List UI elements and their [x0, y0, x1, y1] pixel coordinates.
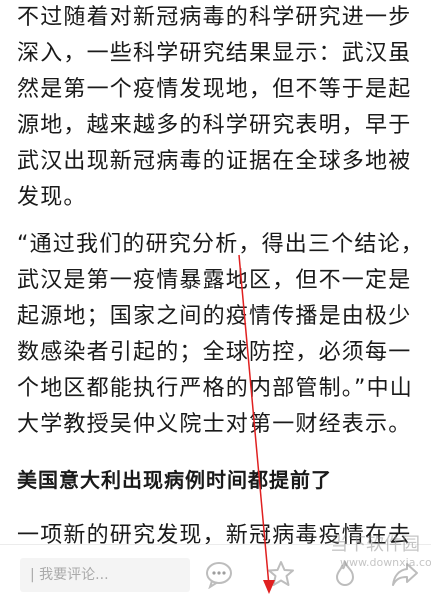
paragraph-line: 个地区都能执行严格的内部管制。”中山	[17, 376, 413, 401]
section-heading: 美国意大利出现病例时间都提前了	[17, 468, 332, 492]
share-icon[interactable]	[390, 559, 420, 589]
article-paragraph-1: 不过随着对新冠病毒的科学研究进一步 深入，一些科学研究结果显示：武汉虽 然是第一…	[0, 0, 411, 216]
fire-icon[interactable]	[330, 559, 360, 589]
star-icon[interactable]	[266, 559, 296, 589]
paragraph-line: 然是第一个疫情发现地，但不等于是起	[17, 77, 412, 102]
paragraph-line: 武汉是第一疫情暴露地区，但不一定是	[17, 268, 412, 293]
paragraph-line: “通过我们的研究分析，得出三个结论，	[17, 232, 424, 257]
paragraph-line: 发现。	[17, 185, 87, 210]
paragraph-line: 大学教授吴仲义院士对第一财经表示。	[17, 412, 412, 437]
paragraph-line: 数感染者引起的；全球防控，必须每一	[17, 340, 412, 365]
article-paragraph-2: “通过我们的研究分析，得出三个结论， 武汉是第一疫情暴露地区，但不一定是 起源地…	[0, 227, 424, 443]
bottom-action-bar: | 我要评论...	[0, 544, 431, 601]
article-body: 不过随着对新冠病毒的科学研究进一步 深入，一些科学研究结果显示：武汉虽 然是第一…	[0, 0, 431, 560]
comment-input[interactable]: | 我要评论...	[20, 558, 190, 592]
paragraph-line: 不过随着对新冠病毒的科学研究进一步	[17, 5, 412, 30]
paragraph-line: 武汉出现新冠病毒的证据在全球多地被	[17, 149, 412, 174]
paragraph-line: 源地，越来越多的科学研究表明，早于	[17, 113, 412, 138]
paragraph-line: 深入，一些科学研究结果显示：武汉虽	[17, 41, 412, 66]
paragraph-line: 起源地；国家之间的疫情传播是由极少	[17, 304, 412, 329]
comment-icon[interactable]	[204, 559, 234, 589]
